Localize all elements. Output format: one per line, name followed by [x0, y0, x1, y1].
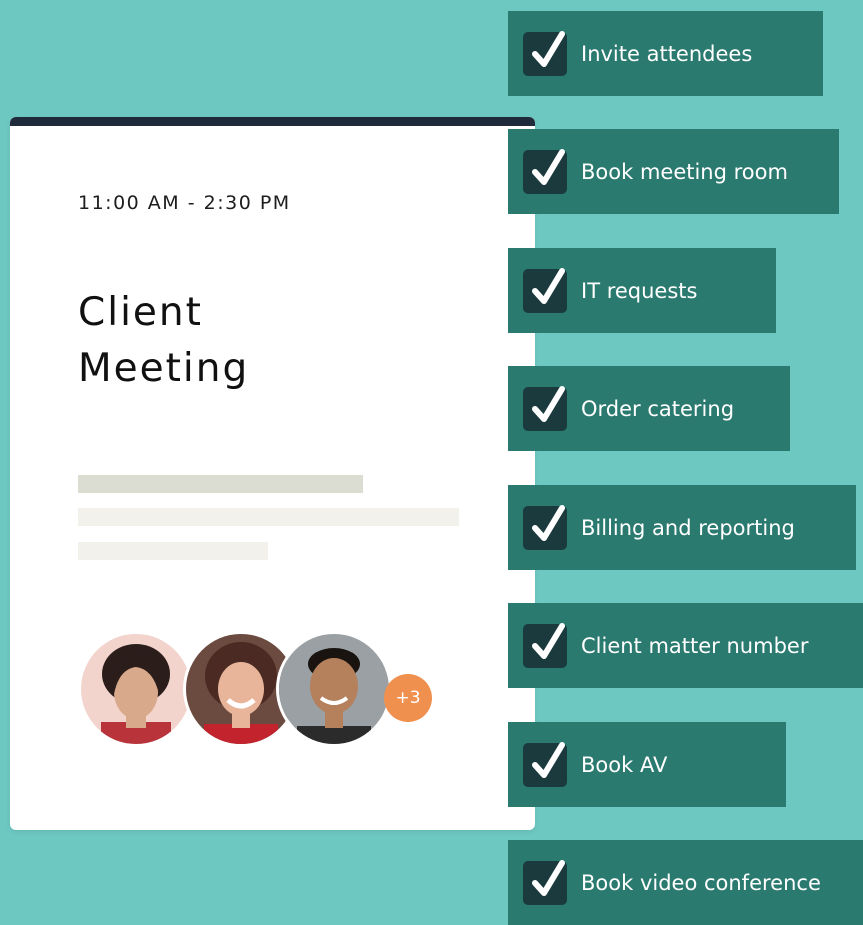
checkbox-checked-icon[interactable] — [523, 267, 567, 313]
more-attendees-badge[interactable]: +3 — [384, 674, 432, 722]
checkbox-checked-icon[interactable] — [523, 504, 567, 550]
checkbox-checked-icon[interactable] — [523, 622, 567, 668]
meeting-title-line2: Meeting — [78, 346, 250, 391]
task-label: Book meeting room — [581, 159, 788, 184]
meeting-time: 11:00 AM - 2:30 PM — [78, 192, 291, 214]
task-label: Invite attendees — [581, 41, 753, 66]
task-book-video-conference[interactable]: Book video conference — [508, 840, 863, 925]
meeting-card[interactable]: 11:00 AM - 2:30 PM Client Meeting +3 — [10, 117, 535, 830]
attendee-avatar[interactable] — [276, 631, 392, 747]
task-label: IT requests — [581, 278, 698, 303]
checkbox-checked-icon[interactable] — [523, 148, 567, 194]
task-label: Client matter number — [581, 633, 809, 658]
task-book-av[interactable]: Book AV — [508, 722, 786, 807]
checkbox-checked-icon[interactable] — [523, 741, 567, 787]
task-label: Book video conference — [581, 870, 821, 895]
task-label: Billing and reporting — [581, 515, 795, 540]
attendee-avatar[interactable] — [78, 631, 194, 747]
task-label: Book AV — [581, 752, 668, 777]
task-billing-and-reporting[interactable]: Billing and reporting — [508, 485, 856, 570]
checkbox-checked-icon[interactable] — [523, 30, 567, 76]
meeting-title-line1: Client — [78, 290, 203, 335]
checkbox-checked-icon[interactable] — [523, 859, 567, 905]
description-placeholder-line — [78, 475, 363, 493]
task-label: Order catering — [581, 396, 735, 421]
task-invite-attendees[interactable]: Invite attendees — [508, 11, 823, 96]
card-top-bar — [10, 117, 535, 126]
task-order-catering[interactable]: Order catering — [508, 366, 790, 451]
task-book-meeting-room[interactable]: Book meeting room — [508, 129, 839, 214]
task-it-requests[interactable]: IT requests — [508, 248, 776, 333]
checkbox-checked-icon[interactable] — [523, 385, 567, 431]
description-placeholder-line — [78, 542, 268, 560]
description-placeholder-line — [78, 508, 459, 526]
task-client-matter-number[interactable]: Client matter number — [508, 603, 863, 688]
meeting-title: Client Meeting — [78, 285, 478, 397]
